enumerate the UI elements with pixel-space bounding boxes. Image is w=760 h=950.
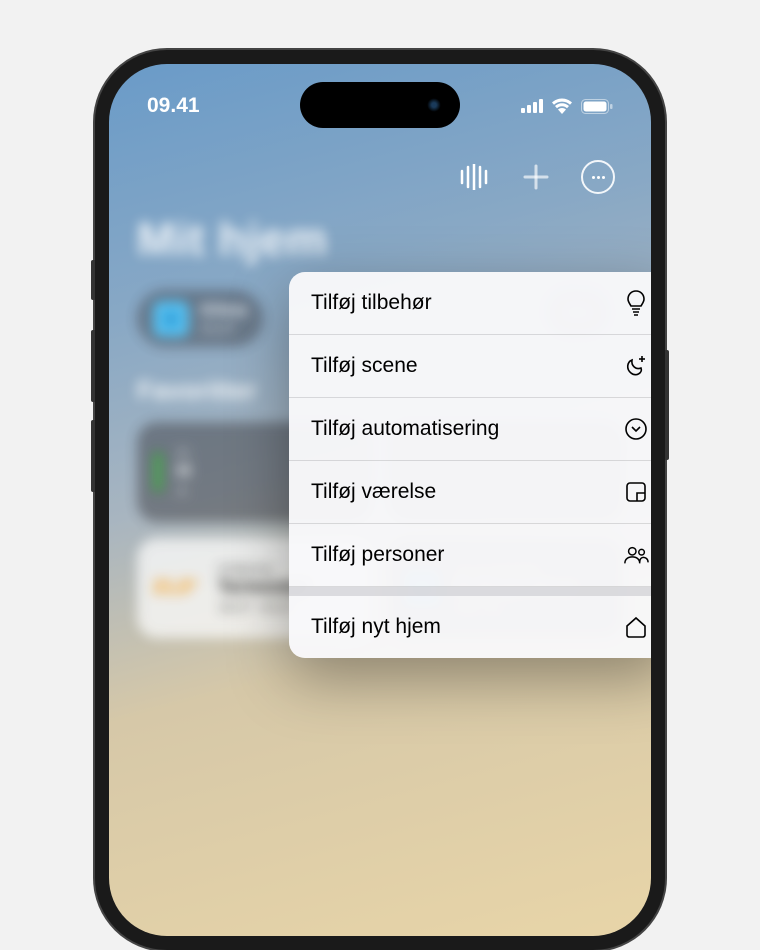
status-time: 09.41 (147, 94, 200, 118)
climate-pill[interactable]: Klima 21,0° (137, 290, 263, 347)
room-icon (623, 479, 649, 505)
door-title: H (177, 461, 191, 483)
front-camera (426, 97, 442, 113)
cellular-icon (521, 99, 543, 113)
add-button[interactable] (519, 160, 553, 194)
menu-item-label: Tilføj personer (311, 543, 444, 567)
home-icon (623, 614, 649, 640)
toolbar (137, 154, 623, 194)
dynamic-island (300, 82, 460, 128)
thermostat-temp: 21,0° (153, 577, 198, 598)
add-menu-popup: Tilføj tilbehør Tilføj scene (289, 272, 651, 658)
menu-add-automation[interactable]: Tilføj automatisering (289, 398, 651, 461)
menu-item-label: Tilføj værelse (311, 480, 436, 504)
climate-label: Klima (201, 300, 247, 320)
battery-icon (581, 99, 613, 114)
menu-add-home[interactable]: Tilføj nyt hjem (289, 596, 651, 658)
fan-icon (153, 301, 189, 337)
people-icon (623, 542, 649, 568)
broadcast-icon (459, 164, 489, 190)
phone-side-button (91, 260, 95, 300)
plus-icon (523, 164, 549, 190)
ellipsis-circle-icon (581, 160, 615, 194)
menu-item-label: Tilføj tilbehør (311, 291, 432, 315)
menu-item-label: Tilføj scene (311, 354, 418, 378)
broadcast-button[interactable] (457, 160, 491, 194)
menu-add-room[interactable]: Tilføj værelse (289, 461, 651, 524)
screen: 09.41 (109, 64, 651, 936)
status-icons (521, 98, 613, 114)
phone-frame: 09.41 (95, 50, 665, 950)
bulb-icon (623, 290, 649, 316)
phone-volume-up (91, 330, 95, 402)
more-button[interactable] (581, 160, 615, 194)
menu-item-label: Tilføj nyt hjem (311, 615, 441, 639)
clock-icon (623, 416, 649, 442)
menu-divider (289, 587, 651, 596)
phone-power-button (665, 350, 669, 460)
climate-value: 21,0° (201, 320, 247, 337)
door-sub: A (177, 483, 191, 500)
menu-add-scene[interactable]: Tilføj scene (289, 335, 651, 398)
phone-volume-down (91, 420, 95, 492)
wifi-icon (551, 98, 573, 114)
menu-item-label: Tilføj automatisering (311, 417, 499, 441)
page-title: Mit hjem (137, 212, 623, 266)
moon-icon (623, 353, 649, 379)
menu-add-people[interactable]: Tilføj personer (289, 524, 651, 587)
menu-add-accessory[interactable]: Tilføj tilbehør (289, 272, 651, 335)
door-icon (153, 452, 163, 492)
door-label: In (177, 444, 191, 461)
